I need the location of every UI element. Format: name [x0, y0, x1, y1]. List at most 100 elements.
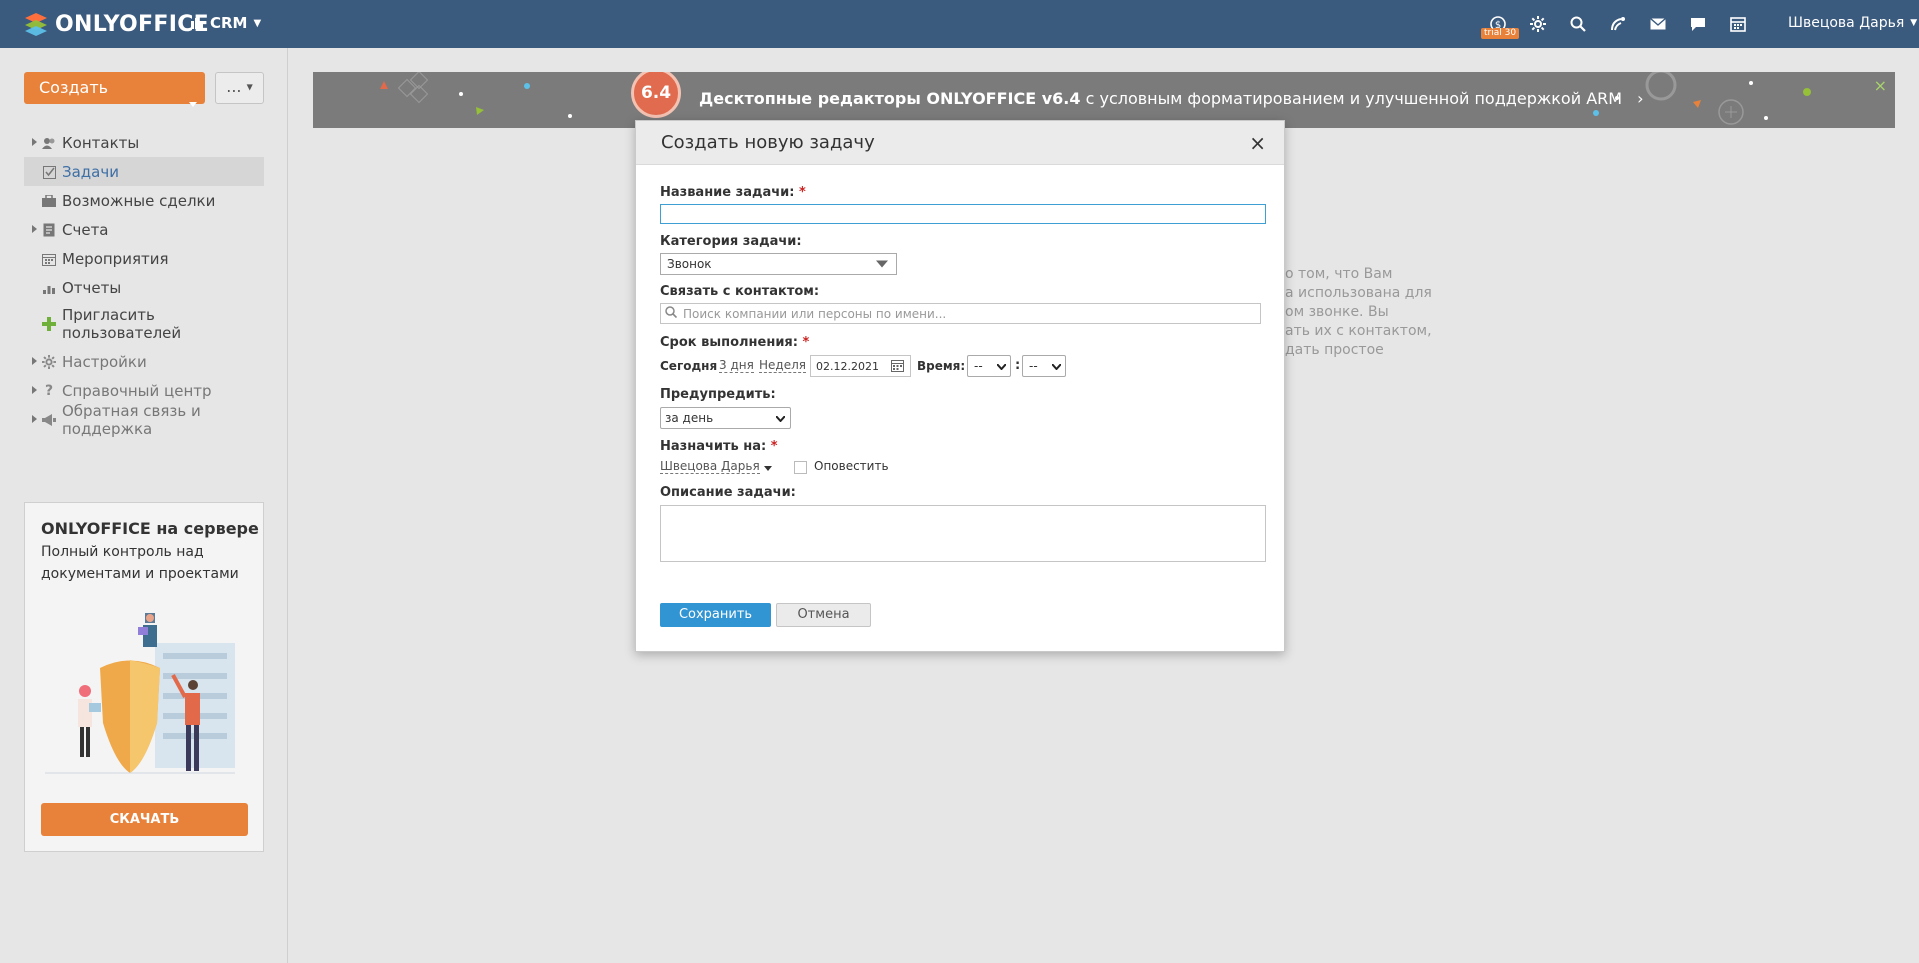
chevron-down-icon	[1051, 359, 1062, 373]
calendar-icon[interactable]	[1727, 13, 1749, 35]
minute-select[interactable]: --	[1022, 355, 1066, 377]
banner-close-button[interactable]: ×	[1874, 76, 1887, 95]
logo-text: ONLYOFFICE	[55, 11, 209, 37]
megaphone-icon	[42, 413, 56, 427]
promo-title: ONLYOFFICE на сервере	[41, 519, 259, 538]
selected-category: Звонок	[667, 257, 712, 271]
task-category-select[interactable]: Звонок	[660, 253, 897, 275]
deadline-3-days-option[interactable]: 3 дня	[719, 358, 754, 373]
caret-down-icon	[189, 86, 197, 118]
create-button[interactable]: Создать	[24, 72, 205, 107]
search-icon	[665, 306, 678, 321]
deadline-label: Срок выполнения: *	[660, 335, 809, 350]
tasks-empty-description: о том, что Вам а использована для ом зво…	[1285, 265, 1445, 360]
sidebar-item-label: Мероприятия	[62, 249, 169, 268]
calendar-icon[interactable]	[891, 360, 904, 375]
dialog-close-button[interactable]: ×	[1249, 133, 1266, 153]
sidebar-item-label: Задачи	[62, 162, 119, 181]
dialog-header: Создать новую задачу ×	[636, 121, 1284, 165]
sidebar-item-label: Контакты	[62, 133, 140, 152]
minute-value: --	[1029, 359, 1038, 373]
banner-message[interactable]: Десктопные редакторы ONLYOFFICE v6.4 с у…	[699, 89, 1644, 108]
create-task-dialog: Создать новую задачу × Название задачи: …	[635, 120, 1285, 652]
deadline-today-option[interactable]: Сегодня	[660, 359, 717, 373]
description-line: дать простое	[1285, 342, 1384, 358]
feed-icon[interactable]	[1607, 13, 1629, 35]
sidebar-item-invite-users[interactable]: Пригласить пользователей	[24, 306, 264, 342]
expand-arrow-icon[interactable]	[32, 225, 37, 233]
chevron-down-icon	[996, 359, 1007, 373]
expand-arrow-icon[interactable]	[32, 138, 37, 146]
save-button[interactable]: Сохранить	[660, 603, 771, 627]
assign-to-label: Назначить на: *	[660, 439, 778, 454]
sidebar-item-events[interactable]: Мероприятия	[24, 244, 264, 273]
alert-select[interactable]: за день	[660, 407, 791, 429]
time-label: Время:	[917, 359, 966, 373]
settings-gear-icon[interactable]	[1527, 13, 1549, 35]
sidebar-item-feedback[interactable]: Обратная связь и поддержка	[24, 402, 264, 438]
more-actions-button[interactable]: ... ▼	[215, 72, 264, 104]
trial-badge: trial 30	[1481, 28, 1520, 39]
caret-down-icon	[763, 460, 772, 474]
cancel-button[interactable]: Отмена	[776, 603, 871, 627]
hour-select[interactable]: --	[967, 355, 1011, 377]
create-button-label: Создать	[39, 78, 109, 97]
more-button-label: ...	[226, 77, 242, 96]
server-promo-panel: ONLYOFFICE на сервере Полный контроль на…	[24, 502, 264, 852]
deadline-date-input[interactable]: 02.12.2021	[810, 355, 911, 377]
hour-value: --	[974, 359, 983, 373]
mail-icon[interactable]	[1647, 13, 1669, 35]
banner-message-rest: с условным форматированием и улучшенной …	[1080, 89, 1623, 108]
logo-layers-icon	[25, 13, 47, 36]
gear-icon	[42, 355, 56, 369]
promo-subtitle: Полный контроль над документами и проект…	[41, 544, 239, 582]
sidebar-item-label: Пригласить пользователей	[62, 305, 182, 342]
dialog-title: Создать новую задачу	[661, 132, 875, 153]
notify-checkbox[interactable]	[794, 461, 807, 474]
deals-icon	[42, 194, 56, 208]
contact-search-input[interactable]: Поиск компании или персоны по имени...	[660, 303, 1261, 324]
sidebar-item-reports[interactable]: Отчеты	[24, 273, 264, 302]
sidebar-item-invoices[interactable]: Счета	[24, 215, 264, 244]
banner-message-bold: Десктопные редакторы ONLYOFFICE v6.4	[699, 89, 1081, 108]
sidebar-item-settings[interactable]: Настройки	[24, 347, 264, 376]
sidebar-item-contacts[interactable]: Контакты	[24, 128, 264, 157]
link-contact-label: Связать с контактом:	[660, 284, 820, 299]
label-text: Название задачи:	[660, 185, 795, 200]
chevron-down-icon	[876, 257, 888, 272]
module-switcher[interactable]: CRM ▼	[190, 14, 261, 32]
security-illustration	[45, 613, 235, 774]
tasks-icon	[42, 165, 56, 179]
chat-icon[interactable]	[1687, 13, 1709, 35]
caret-down-icon: ▼	[246, 82, 253, 92]
contacts-icon	[42, 136, 56, 150]
deadline-week-option[interactable]: Неделя	[759, 358, 806, 373]
onlyoffice-logo[interactable]: ONLYOFFICE	[23, 11, 209, 37]
alert-label: Предупредить:	[660, 387, 776, 402]
expand-arrow-icon[interactable]	[32, 386, 37, 394]
chevron-down-icon: ▼	[1910, 18, 1918, 28]
question-icon: ?	[44, 383, 54, 399]
assignee-selector[interactable]: Швецова Дарья	[660, 459, 772, 474]
sidebar-item-label: Возможные сделки	[62, 191, 216, 210]
expand-arrow-icon[interactable]	[32, 357, 37, 365]
task-description-textarea[interactable]	[660, 505, 1266, 562]
sidebar-item-deals[interactable]: Возможные сделки	[24, 186, 264, 215]
required-mark: *	[802, 335, 810, 350]
notify-label[interactable]: Оповестить	[814, 459, 889, 473]
required-mark: *	[799, 185, 806, 200]
invoices-icon	[42, 223, 56, 237]
user-menu[interactable]: Швецова Дарья ▼	[1788, 15, 1917, 31]
task-category-label: Категория задачи:	[660, 234, 802, 249]
contact-search-placeholder: Поиск компании или персоны по имени...	[683, 306, 947, 321]
sidebar-item-tasks[interactable]: Задачи	[24, 157, 264, 186]
events-icon	[42, 252, 56, 266]
alert-value: за день	[665, 411, 714, 425]
expand-arrow-icon[interactable]	[32, 415, 37, 423]
task-name-input[interactable]	[660, 204, 1266, 224]
time-separator: :	[1015, 358, 1021, 373]
download-button[interactable]: СКАЧАТЬ	[41, 803, 248, 836]
search-icon[interactable]	[1567, 13, 1589, 35]
sidebar: Создать ... ▼ Контакты Задачи Возможные …	[0, 48, 288, 963]
deadline-date-value: 02.12.2021	[816, 359, 879, 373]
